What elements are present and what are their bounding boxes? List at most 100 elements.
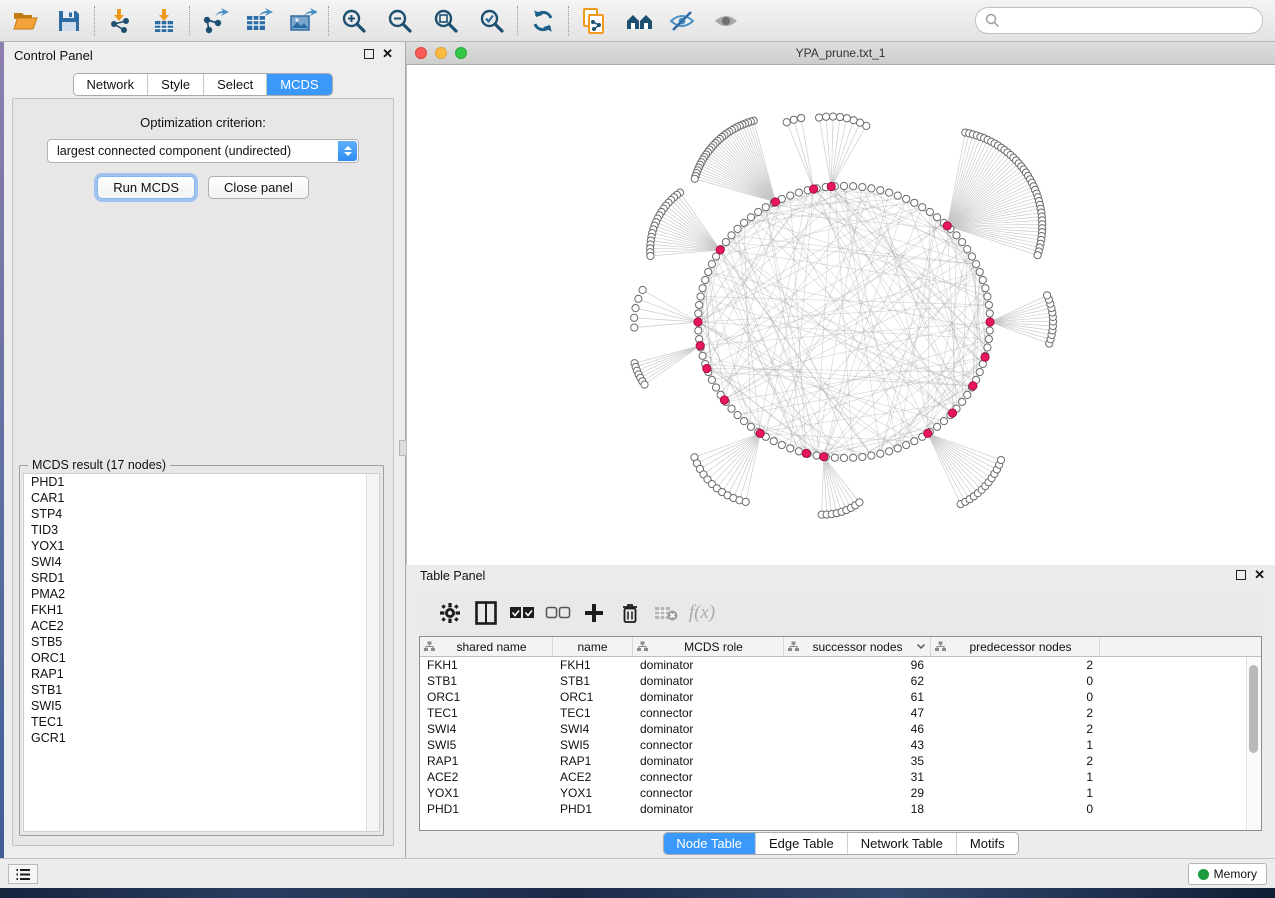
table-cell[interactable]: 1 xyxy=(931,785,1100,801)
column-header-MCDS-role[interactable]: MCDS role xyxy=(633,637,784,656)
table-cell[interactable]: ACE2 xyxy=(553,769,633,785)
table-cell[interactable]: TEC1 xyxy=(553,705,633,721)
table-row[interactable]: SWI4SWI4dominator462 xyxy=(420,721,1246,737)
column-header-shared-name[interactable]: shared name xyxy=(420,637,553,656)
table-cell[interactable]: 2 xyxy=(931,753,1100,769)
import-network-icon[interactable] xyxy=(103,5,137,37)
table-scrollbar[interactable] xyxy=(1246,657,1261,830)
mcds-result-item[interactable]: PMA2 xyxy=(24,586,379,602)
table-options-gear-icon[interactable] xyxy=(432,598,468,628)
table-cell[interactable]: RAP1 xyxy=(420,753,553,769)
table-row[interactable]: PHD1PHD1dominator180 xyxy=(420,801,1246,817)
search-field[interactable] xyxy=(975,7,1263,34)
table-cell[interactable]: dominator xyxy=(633,689,784,705)
tab-style[interactable]: Style xyxy=(148,74,204,95)
table-row[interactable]: STB1STB1dominator620 xyxy=(420,673,1246,689)
open-file-icon[interactable] xyxy=(8,5,42,37)
save-session-icon[interactable] xyxy=(52,5,86,37)
export-image-icon[interactable] xyxy=(286,5,320,37)
table-row[interactable]: RAP1RAP1dominator352 xyxy=(420,753,1246,769)
table-cell[interactable]: dominator xyxy=(633,657,784,673)
tab-edge-table[interactable]: Edge Table xyxy=(756,833,848,854)
table-cell[interactable]: 0 xyxy=(931,801,1100,817)
table-cell[interactable]: 61 xyxy=(784,689,931,705)
table-cell[interactable]: connector xyxy=(633,705,784,721)
mcds-result-scrollbar[interactable] xyxy=(366,474,379,831)
table-cell[interactable]: dominator xyxy=(633,673,784,689)
table-cell[interactable]: STB1 xyxy=(420,673,553,689)
mcds-result-item[interactable]: YOX1 xyxy=(24,538,379,554)
table-row[interactable]: YOX1YOX1connector291 xyxy=(420,785,1246,801)
table-cell[interactable]: YOX1 xyxy=(553,785,633,801)
table-cell[interactable]: dominator xyxy=(633,721,784,737)
mcds-result-item[interactable]: STP4 xyxy=(24,506,379,522)
zoom-fit-icon[interactable] xyxy=(429,5,463,37)
mcds-result-item[interactable]: SRD1 xyxy=(24,570,379,586)
show-panels-list-button[interactable] xyxy=(8,864,38,884)
table-row[interactable]: TEC1TEC1connector472 xyxy=(420,705,1246,721)
mcds-result-item[interactable]: ORC1 xyxy=(24,650,379,666)
table-row[interactable]: ORC1ORC1dominator610 xyxy=(420,689,1246,705)
table-cell[interactable]: connector xyxy=(633,785,784,801)
mcds-result-item[interactable]: SWI4 xyxy=(24,554,379,570)
table-cell[interactable]: SWI5 xyxy=(553,737,633,753)
network-window-titlebar[interactable]: YPA_prune.txt_1 xyxy=(406,42,1275,65)
export-table-icon[interactable] xyxy=(242,5,276,37)
table-cell[interactable]: 29 xyxy=(784,785,931,801)
table-cell[interactable]: ORC1 xyxy=(420,689,553,705)
run-mcds-button[interactable]: Run MCDS xyxy=(97,176,195,199)
create-column-icon[interactable] xyxy=(576,598,612,628)
table-cell[interactable]: 31 xyxy=(784,769,931,785)
table-cell[interactable]: RAP1 xyxy=(553,753,633,769)
table-cell[interactable]: 0 xyxy=(931,689,1100,705)
memory-button[interactable]: Memory xyxy=(1188,863,1267,885)
delete-columns-icon[interactable] xyxy=(612,598,648,628)
tab-motifs[interactable]: Motifs xyxy=(957,833,1018,854)
tab-network-table[interactable]: Network Table xyxy=(848,833,957,854)
table-cell[interactable]: YOX1 xyxy=(420,785,553,801)
mcds-result-list[interactable]: PHD1CAR1STP4TID3YOX1SWI4SRD1PMA2FKH1ACE2… xyxy=(23,473,380,832)
table-cell[interactable]: STB1 xyxy=(553,673,633,689)
close-window-icon[interactable] xyxy=(415,47,427,59)
zoom-in-icon[interactable] xyxy=(337,5,371,37)
table-row[interactable]: SWI5SWI5connector431 xyxy=(420,737,1246,753)
column-header-name[interactable]: name xyxy=(553,637,633,656)
mcds-result-item[interactable]: SWI5 xyxy=(24,698,379,714)
table-row[interactable]: ACE2ACE2connector311 xyxy=(420,769,1246,785)
close-panel-button[interactable]: Close panel xyxy=(208,176,309,199)
column-header-successor-nodes[interactable]: successor nodes xyxy=(784,637,931,656)
table-cell[interactable]: PHD1 xyxy=(553,801,633,817)
export-network-icon[interactable] xyxy=(198,5,232,37)
table-cell[interactable]: SWI4 xyxy=(420,721,553,737)
mcds-result-item[interactable]: RAP1 xyxy=(24,666,379,682)
mcds-result-item[interactable]: STB1 xyxy=(24,682,379,698)
table-cell[interactable]: 0 xyxy=(931,673,1100,689)
network-graph[interactable] xyxy=(407,65,1275,565)
table-cell[interactable]: FKH1 xyxy=(553,657,633,673)
tab-node-table[interactable]: Node Table xyxy=(663,833,756,854)
table-cell[interactable]: 46 xyxy=(784,721,931,737)
table-cell[interactable]: 2 xyxy=(931,657,1100,673)
table-cell[interactable]: 18 xyxy=(784,801,931,817)
tab-mcds[interactable]: MCDS xyxy=(267,74,331,95)
table-cell[interactable]: 62 xyxy=(784,673,931,689)
column-header-predecessor-nodes[interactable]: predecessor nodes xyxy=(931,637,1100,656)
mcds-result-item[interactable]: ACE2 xyxy=(24,618,379,634)
mcds-result-item[interactable]: PHD1 xyxy=(24,474,379,490)
table-cell[interactable]: connector xyxy=(633,769,784,785)
function-builder-icon[interactable]: f(x) xyxy=(684,598,720,628)
mcds-result-item[interactable]: STB5 xyxy=(24,634,379,650)
scrollbar-thumb[interactable] xyxy=(1249,665,1258,753)
float-panel-icon[interactable] xyxy=(364,49,374,59)
optimization-criterion-select[interactable]: largest connected component (undirected) xyxy=(47,139,359,163)
table-cell[interactable]: 35 xyxy=(784,753,931,769)
zoom-out-icon[interactable] xyxy=(383,5,417,37)
refresh-view-icon[interactable] xyxy=(526,5,560,37)
tab-select[interactable]: Select xyxy=(204,74,267,95)
table-cell[interactable]: TEC1 xyxy=(420,705,553,721)
table-cell[interactable]: ACE2 xyxy=(420,769,553,785)
hide-selected-icon[interactable] xyxy=(665,5,699,37)
maximize-window-icon[interactable] xyxy=(455,47,467,59)
delete-table-icon[interactable] xyxy=(648,598,684,628)
first-neighbors-icon[interactable] xyxy=(623,5,657,37)
